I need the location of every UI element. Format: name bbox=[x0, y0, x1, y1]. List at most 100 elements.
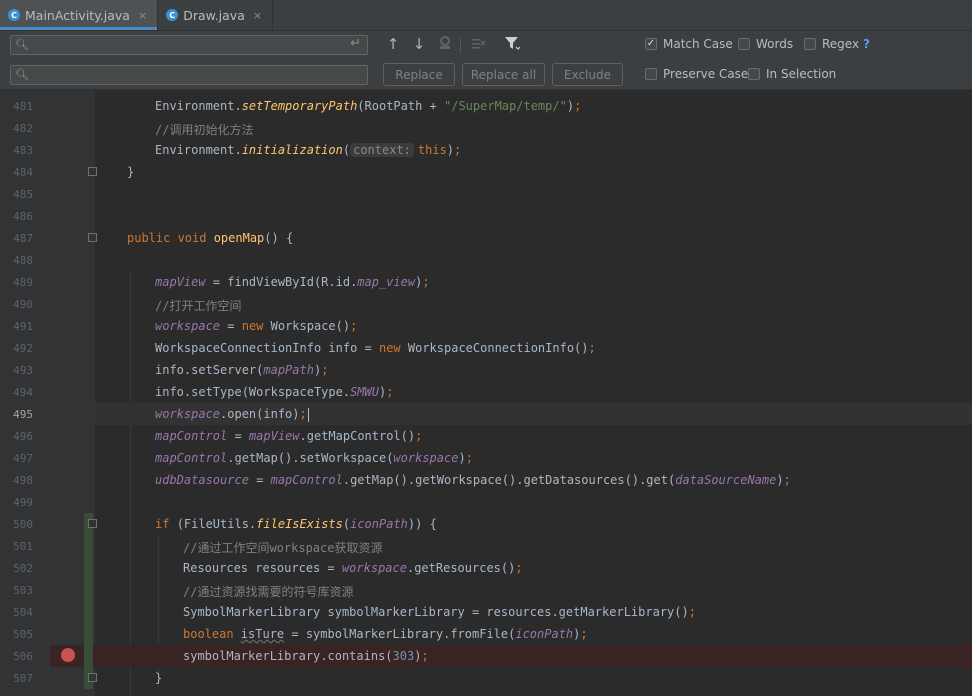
line-number: 488 bbox=[13, 254, 33, 267]
checkbox-icon[interactable] bbox=[645, 68, 657, 80]
close-icon[interactable]: × bbox=[138, 9, 147, 22]
line-number: 506 bbox=[13, 650, 33, 663]
find-replace-bar: 🔍︎ ↵ 🔍︎ ↑ ↓ Replace Replace all Exclude … bbox=[0, 31, 972, 90]
code-editor[interactable]: Environment.setTemporaryPath(RootPath + … bbox=[95, 90, 972, 696]
tab-draw[interactable]: C Draw.java × bbox=[158, 0, 274, 30]
line-number: 481 bbox=[13, 100, 33, 113]
code-token: ; bbox=[386, 385, 394, 399]
code-token: ; bbox=[321, 363, 329, 377]
checkbox-icon[interactable] bbox=[738, 38, 750, 50]
code-token: WorkspaceConnectionInfo() bbox=[407, 341, 589, 355]
code-token: .getResources() bbox=[406, 561, 516, 575]
code-token: SMWU bbox=[350, 385, 379, 399]
code-token: initialization bbox=[241, 143, 343, 157]
code-line: SymbolMarkerLibrary symbolMarkerLibrary … bbox=[183, 605, 696, 619]
line-number: 494 bbox=[13, 386, 33, 399]
checkbox-checked-icon[interactable]: ✓ bbox=[645, 38, 657, 50]
code-token: workspace bbox=[155, 407, 221, 421]
code-token: } bbox=[127, 165, 135, 179]
select-all-occurrences-icon[interactable] bbox=[435, 35, 455, 53]
text-caret bbox=[307, 407, 309, 422]
replace-all-button[interactable]: Replace all bbox=[462, 63, 545, 86]
code-token: "/SuperMap/temp/" bbox=[444, 99, 567, 113]
replace-button[interactable]: Replace bbox=[383, 63, 455, 86]
line-number: 505 bbox=[13, 628, 33, 641]
code-token: //通过工作空间workspace获取资源 bbox=[183, 541, 383, 555]
line-number: 486 bbox=[13, 210, 33, 223]
previous-occurrence-icon[interactable]: ↑ bbox=[383, 35, 403, 53]
code-token: ; bbox=[454, 143, 462, 157]
code-token: ; bbox=[574, 99, 582, 113]
code-token: ; bbox=[465, 451, 473, 465]
line-number-gutter[interactable]: 481 482 483 484 485 486 487 488 489 490 491 492 493 4… bbox=[0, 90, 97, 696]
code-line: info.setType(WorkspaceType.SMWU); bbox=[155, 385, 393, 399]
vcs-change-marker[interactable] bbox=[84, 579, 93, 601]
code-token: ) bbox=[446, 143, 455, 157]
exclude-button[interactable]: Exclude bbox=[552, 63, 623, 86]
code-line: //通过资源找需要的符号库资源 bbox=[183, 583, 353, 600]
line-number: 489 bbox=[13, 276, 33, 289]
line-number: 502 bbox=[13, 562, 33, 575]
match-case-checkbox[interactable]: ✓ Match Case bbox=[645, 37, 733, 51]
code-token: dataSourceName bbox=[675, 473, 777, 487]
code-token: Workspace() bbox=[270, 319, 351, 333]
next-occurrence-icon[interactable]: ↓ bbox=[409, 35, 429, 53]
funnel-filter-icon[interactable] bbox=[502, 35, 522, 53]
tab-main-activity[interactable]: C MainActivity.java × bbox=[0, 0, 159, 30]
code-token: info.setServer( bbox=[155, 363, 264, 377]
vcs-change-marker[interactable] bbox=[84, 601, 93, 623]
code-line: if (FileUtils.fileIsExists(iconPath)) { bbox=[155, 517, 437, 531]
line-number: 483 bbox=[13, 144, 33, 157]
search-icon: 🔍︎ bbox=[15, 68, 29, 81]
code-token: mapControl bbox=[270, 473, 343, 487]
replace-field[interactable]: 🔍︎ bbox=[10, 65, 368, 85]
vcs-change-marker[interactable] bbox=[84, 645, 93, 667]
vcs-change-marker[interactable] bbox=[84, 535, 93, 557]
code-line: workspace = new Workspace(); bbox=[155, 319, 357, 333]
code-token: mapControl bbox=[155, 429, 228, 443]
code-token: //打开工作空间 bbox=[155, 299, 242, 313]
line-number: 501 bbox=[13, 540, 33, 553]
search-input[interactable] bbox=[33, 37, 333, 53]
code-line: Environment.setTemporaryPath(RootPath + … bbox=[155, 99, 581, 113]
code-token: .getMap().getWorkspace().getDatasources(… bbox=[342, 473, 676, 487]
line-number: 493 bbox=[13, 364, 33, 377]
code-token: setTemporaryPath bbox=[241, 99, 358, 113]
replace-input[interactable] bbox=[33, 67, 333, 83]
code-token: ; bbox=[580, 627, 588, 641]
regex-help-link[interactable]: ? bbox=[863, 37, 870, 51]
code-line: Resources resources = workspace.getResou… bbox=[183, 561, 523, 575]
line-number: 484 bbox=[13, 166, 33, 179]
line-number: 497 bbox=[13, 452, 33, 465]
code-token: 303 bbox=[392, 649, 415, 663]
in-selection-label: In Selection bbox=[766, 67, 837, 81]
code-token: ; bbox=[415, 429, 423, 443]
in-selection-checkbox[interactable]: In Selection bbox=[748, 67, 836, 81]
code-line: udbDatasource = mapControl.getMap().getW… bbox=[155, 473, 791, 487]
search-field[interactable]: 🔍︎ ↵ bbox=[10, 35, 368, 55]
code-token: ; bbox=[783, 473, 791, 487]
checkbox-icon[interactable] bbox=[748, 68, 760, 80]
code-token: ) bbox=[776, 473, 784, 487]
regex-checkbox[interactable]: Regex bbox=[804, 37, 859, 51]
words-checkbox[interactable]: Words bbox=[738, 37, 793, 51]
regex-label: Regex bbox=[822, 37, 860, 51]
code-token: ; bbox=[688, 605, 696, 619]
close-icon[interactable]: × bbox=[253, 9, 262, 22]
tab-label: MainActivity.java bbox=[25, 7, 130, 23]
line-number: 496 bbox=[13, 430, 33, 443]
breakpoint-icon[interactable] bbox=[61, 648, 75, 662]
vcs-change-marker[interactable] bbox=[84, 557, 93, 579]
class-c-icon: C bbox=[166, 9, 179, 21]
code-token: ; bbox=[421, 649, 429, 663]
code-token: mapView bbox=[248, 429, 300, 443]
code-token: ; bbox=[299, 407, 307, 421]
code-token: = bbox=[220, 319, 242, 333]
filter-results-icon[interactable] bbox=[468, 35, 488, 53]
checkbox-icon[interactable] bbox=[804, 38, 816, 50]
preserve-case-checkbox[interactable]: Preserve Case bbox=[645, 67, 748, 81]
vcs-change-marker[interactable] bbox=[84, 623, 93, 645]
code-token: udbDatasource bbox=[155, 473, 249, 487]
code-token: Environment. bbox=[155, 143, 242, 157]
code-token: mapPath bbox=[263, 363, 314, 377]
